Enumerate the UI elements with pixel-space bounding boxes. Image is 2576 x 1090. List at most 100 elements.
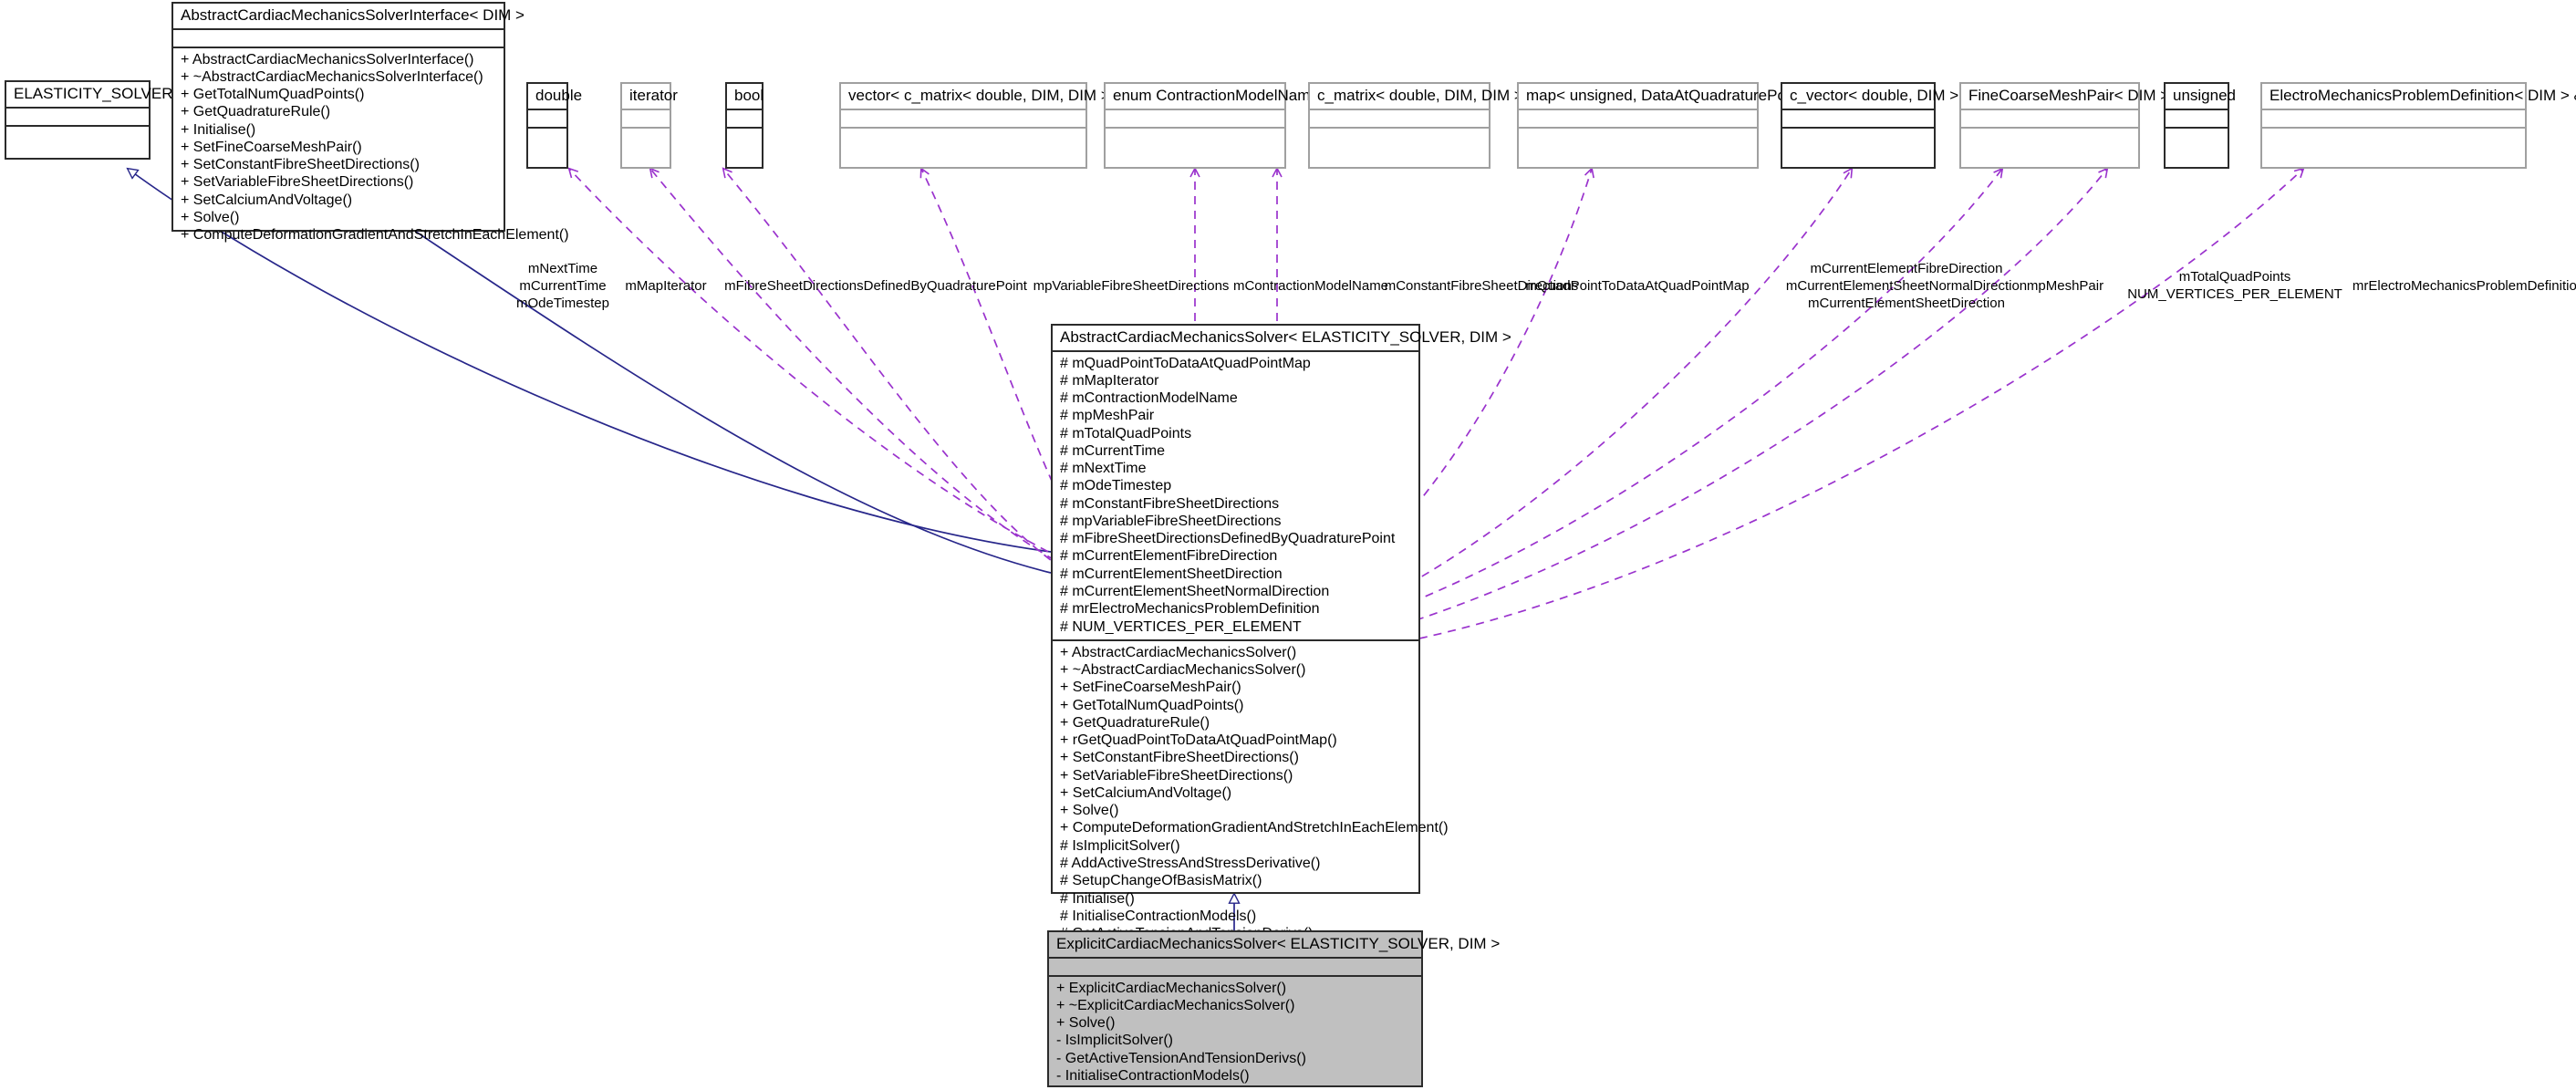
edge-assoc-emproblemdef: [1418, 169, 2303, 639]
type-box-enum-contraction-model-name[interactable]: enum ContractionModelName_: [1104, 82, 1327, 169]
class-member-row: # AddActiveStressAndStressDerivative(): [1060, 855, 1321, 871]
class-member-row: # NUM_VERTICES_PER_ELEMENT: [1060, 618, 1302, 635]
class-title-elasticity-solver: ELASTICITY_SOLVER: [6, 82, 172, 109]
type-attributes-finecoarsemeshpair: [1961, 110, 2138, 129]
class-member-row: # mConstantFibreSheetDirections: [1060, 495, 1280, 512]
class-member-row: + SetCalciumAndVoltage(): [1060, 784, 1232, 801]
class-member-row: # mContractionModelName: [1060, 390, 1238, 407]
type-box-iterator[interactable]: iterator: [620, 82, 678, 169]
class-member-row: + ComputeDeformationGradientAndStretchIn…: [1060, 820, 1449, 836]
class-attributes-abstract-cardiac-mechanics-solver: # mQuadPointToDataAtQuadPointMap # mMapIt…: [1053, 352, 1418, 641]
class-member-row: # mCurrentTime: [1060, 442, 1165, 459]
edge-label-mquadpointtodataatquadpointmap: mQuadPointToDataAtQuadPointMap: [1525, 277, 1749, 295]
type-box-double[interactable]: double: [526, 82, 582, 169]
type-methods-enum-contraction: [1106, 129, 1284, 147]
class-member-row: + Initialise(): [181, 121, 256, 138]
edge-assoc-unsigned: [1415, 169, 2107, 621]
type-title-finecoarsemeshpair: FineCoarseMeshPair< DIM > *: [1961, 84, 2179, 110]
class-member-row: # mCurrentElementFibreDirection: [1060, 548, 1278, 565]
class-member-row: + GetTotalNumQuadPoints(): [1060, 697, 1244, 713]
type-attributes-unsigned: [2166, 110, 2228, 129]
class-member-row: + Solve(): [1056, 1015, 1116, 1032]
class-member-row: + SetCalciumAndVoltage(): [181, 192, 353, 208]
type-box-cmatrix[interactable]: c_matrix< double, DIM, DIM >: [1308, 82, 1523, 169]
edge-label-line: mNextTime: [527, 261, 598, 276]
type-title-double: double: [528, 84, 582, 110]
class-member-row: - IsImplicitSolver(): [1056, 1033, 1174, 1049]
type-methods-map: [1519, 129, 1757, 147]
edge-label-time-fields: mNextTime mCurrentTime mOdeTimestep: [516, 260, 609, 312]
class-title-abstract-cardiac-mechanics-solver: AbstractCardiacMechanicsSolver< ELASTICI…: [1053, 326, 1511, 352]
class-methods-elasticity-solver: [6, 127, 149, 145]
type-attributes-map: [1519, 110, 1757, 129]
edge-label-mpmeshpair: mpMeshPair: [2027, 277, 2103, 295]
class-member-row: + rGetQuadPointToDataAtQuadPointMap(): [1060, 732, 1337, 749]
class-member-row: + SetVariableFibreSheetDirections(): [181, 174, 414, 191]
class-member-row: # mCurrentElementSheetNormalDirection: [1060, 584, 1330, 599]
uml-class-diagram: ELASTICITY_SOLVER AbstractCardiacMechani…: [0, 0, 2576, 1090]
type-title-cvector: c_vector< double, DIM >: [1782, 84, 1958, 110]
class-box-elasticity-solver[interactable]: ELASTICITY_SOLVER: [5, 80, 172, 160]
class-member-row: # mpVariableFibreSheetDirections: [1060, 513, 1282, 529]
class-member-row: # mMapIterator: [1060, 372, 1159, 389]
type-box-finecoarsemeshpair[interactable]: FineCoarseMeshPair< DIM > *: [1959, 82, 2179, 169]
type-box-electromechanicsproblemdefinition[interactable]: ElectroMechanicsProblemDefinition< DIM >…: [2260, 82, 2576, 169]
type-attributes-emproblemdef: [2262, 110, 2525, 129]
type-box-unsigned[interactable]: unsigned: [2164, 82, 2236, 169]
class-box-abstract-cardiac-mechanics-solver[interactable]: AbstractCardiacMechanicsSolver< ELASTICI…: [1051, 324, 1511, 941]
type-attributes-iterator: [622, 110, 670, 129]
association-edges: [569, 169, 2303, 639]
class-member-row: + GetTotalNumQuadPoints(): [181, 87, 365, 103]
edge-label-line: mpMeshPair: [2026, 278, 2104, 294]
class-member-row: + SetVariableFibreSheetDirections(): [1060, 767, 1293, 784]
type-attributes-double: [528, 110, 566, 129]
edge-label-line: mQuadPointToDataAtQuadPointMap: [1525, 278, 1750, 294]
class-member-row: + SetFineCoarseMeshPair(): [181, 139, 362, 155]
edge-label-mpvariablefibresheetdirections: mpVariableFibreSheetDirections: [1034, 277, 1230, 295]
type-box-bool[interactable]: bool: [725, 82, 763, 169]
class-attributes-interface: [173, 30, 504, 48]
type-methods-double: [528, 129, 566, 147]
type-attributes-cmatrix: [1310, 110, 1489, 129]
type-title-vector-cmatrix: vector< c_matrix< double, DIM, DIM > > *: [841, 84, 1134, 110]
class-member-row: # mrElectroMechanicsProblemDefinition: [1060, 601, 1320, 618]
class-member-row: # IsImplicitSolver(): [1060, 837, 1180, 854]
class-member-row: # mTotalQuadPoints: [1060, 425, 1192, 441]
edge-label-quadpoints-vertices: mTotalQuadPoints NUM_VERTICES_PER_ELEMENT: [2127, 268, 2342, 303]
edge-label-mfibresheetdirectionsdefinedbyquadraturepoint: mFibreSheetDirectionsDefinedByQuadrature…: [724, 277, 1027, 295]
class-member-row: + ComputeDeformationGradientAndStretchIn…: [181, 227, 569, 244]
class-title-interface: AbstractCardiacMechanicsSolverInterface<…: [173, 4, 525, 30]
class-methods-interface: + AbstractCardiacMechanicsSolverInterfac…: [173, 48, 569, 248]
type-methods-bool: [727, 129, 762, 147]
edge-label-mmapiterator: mMapIterator: [625, 277, 706, 295]
edge-label-line: mpVariableFibreSheetDirections: [1033, 278, 1230, 294]
edge-label-currentelement-directions: mCurrentElementFibreDirection mCurrentEle…: [1786, 260, 2027, 312]
edge-label-line: mMapIterator: [625, 278, 707, 294]
edge-label-line: mCurrentTime: [519, 278, 607, 295]
type-title-map-dataatquadraturepoint: map< unsigned, DataAtQuadraturePoint >: [1519, 84, 1816, 110]
class-member-row: # Initialise(): [1060, 890, 1135, 907]
class-box-explicit-cardiac-mechanics-solver[interactable]: ExplicitCardiacMechanicsSolver< ELASTICI…: [1047, 930, 1500, 1087]
class-member-row: # SetupChangeOfBasisMatrix(): [1060, 873, 1262, 889]
edge-label-line: mContractionModelName: [1232, 278, 1389, 294]
type-box-map-dataatquadraturepoint[interactable]: map< unsigned, DataAtQuadraturePoint >: [1517, 82, 1816, 169]
type-attributes-cvector: [1782, 110, 1934, 129]
type-box-cvector[interactable]: c_vector< double, DIM >: [1781, 82, 1958, 169]
type-box-vector-cmatrix[interactable]: vector< c_matrix< double, DIM, DIM > > *: [839, 82, 1134, 169]
class-member-row: + AbstractCardiacMechanicsSolver(): [1060, 644, 1297, 660]
edge-label-line: mrElectroMechanicsProblemDefinition: [2352, 278, 2576, 294]
edge-label-line: mTotalQuadPoints: [2178, 269, 2291, 285]
type-attributes-vector-cmatrix: [841, 110, 1085, 129]
edge-assoc-iterator: [650, 169, 1068, 568]
class-member-row: - GetActiveTensionAndTensionDerivs(): [1056, 1050, 1306, 1066]
edge-assoc-double: [569, 169, 1062, 559]
class-box-interface[interactable]: AbstractCardiacMechanicsSolverInterface<…: [171, 2, 569, 243]
edge-label-mcontractionmodelname: mContractionModelName: [1233, 277, 1388, 295]
type-title-bool: bool: [727, 84, 763, 110]
type-attributes-enum-contraction: [1106, 110, 1284, 129]
edge-assoc-meshpair: [1411, 169, 2002, 603]
type-methods-finecoarsemeshpair: [1961, 129, 2138, 147]
class-member-row: + AbstractCardiacMechanicsSolverInterfac…: [181, 51, 474, 67]
type-title-electromechanicsproblemdefinition: ElectroMechanicsProblemDefinition< DIM >…: [2262, 84, 2576, 110]
class-member-row: + Solve(): [181, 209, 240, 225]
